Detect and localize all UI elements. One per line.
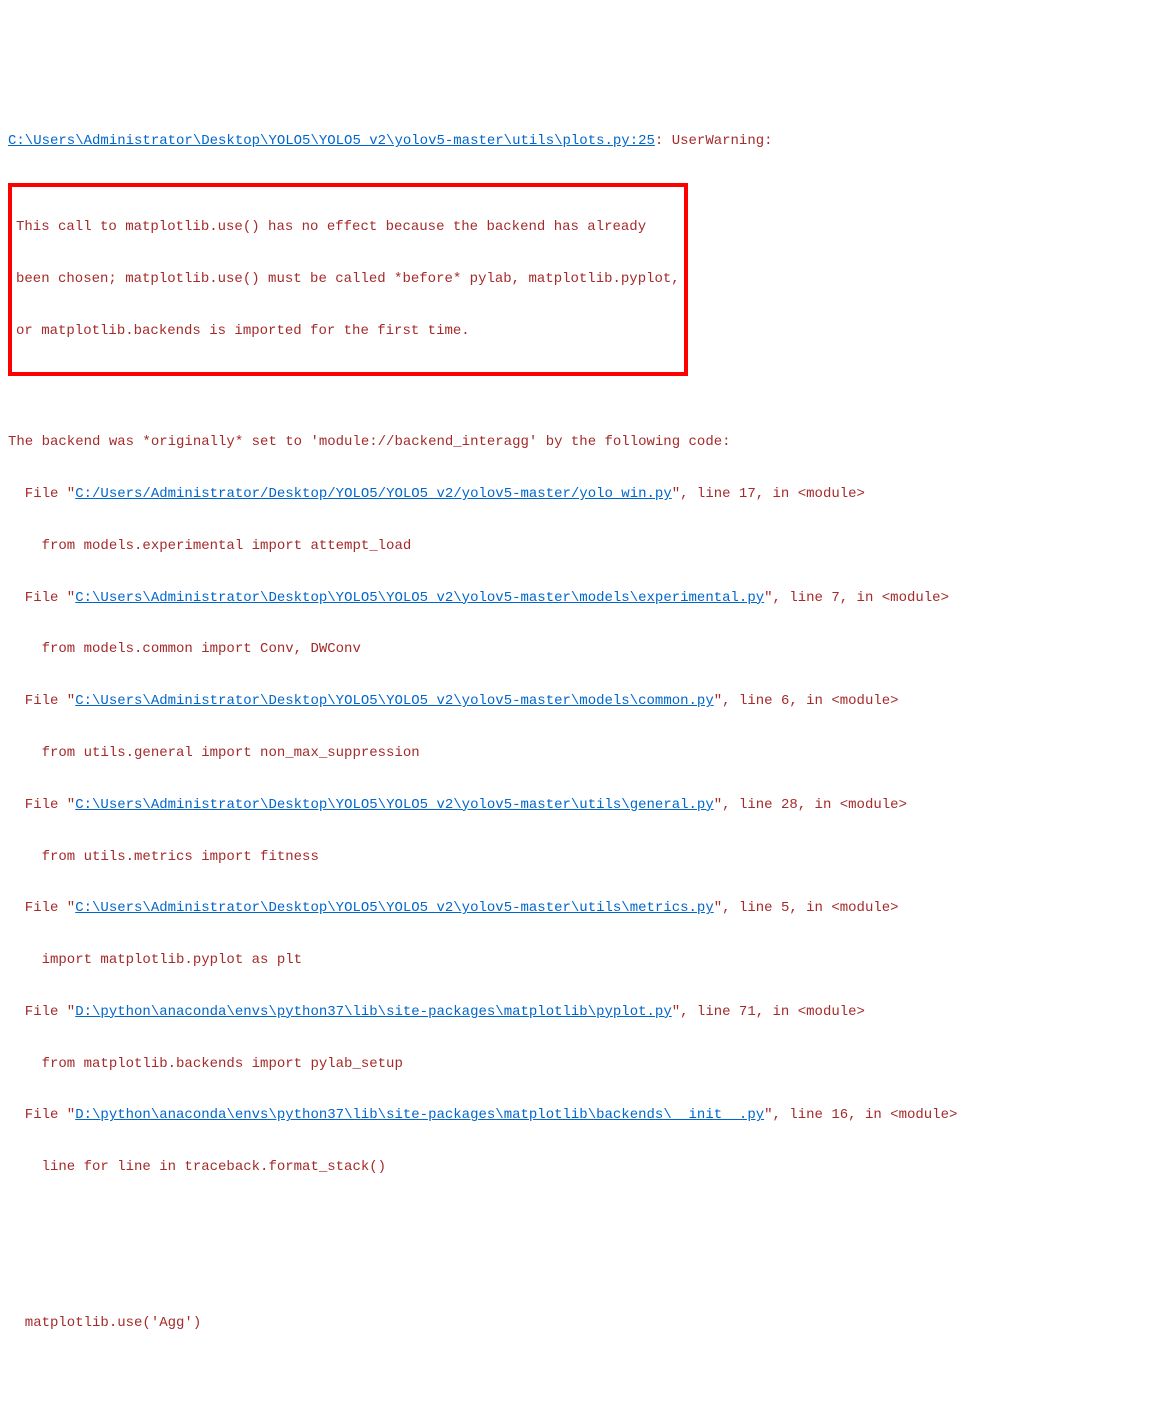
trace-prefix: File " [8,797,75,813]
trace-code: line for line in traceback.format_stack(… [8,1155,1150,1181]
file-path-link[interactable]: C:\Users\Administrator\Desktop\YOLO5\YOL… [75,590,764,606]
file-path-link[interactable]: C:/Users/Administrator/Desktop/YOLO5/YOL… [75,486,672,502]
backend-message: The backend was *originally* set to 'mod… [8,430,1150,456]
file-path-link[interactable]: C:\Users\Administrator\Desktop\YOLO5\YOL… [75,797,714,813]
trace-prefix: File " [8,693,75,709]
trace-code: from models.experimental import attempt_… [8,534,1150,560]
warning-text: This call to matplotlib.use() has no eff… [16,215,680,241]
file-path-link[interactable]: C:\Users\Administrator\Desktop\YOLO5\YOL… [8,133,655,149]
file-path-link[interactable]: C:\Users\Administrator\Desktop\YOLO5\YOL… [75,693,714,709]
trace-code: from utils.metrics import fitness [8,845,1150,871]
trace-code: from models.common import Conv, DWConv [8,637,1150,663]
trace-prefix: File " [8,1107,75,1123]
file-path-link[interactable]: D:\python\anaconda\envs\python37\lib\sit… [75,1004,672,1020]
trace-suffix: ", line 5, in <module> [714,900,899,916]
trace-suffix: ", line 71, in <module> [672,1004,865,1020]
file-path-link[interactable]: C:\Users\Administrator\Desktop\YOLO5\YOL… [75,900,714,916]
trace-suffix: ", line 16, in <module> [764,1107,957,1123]
trace-suffix: ", line 28, in <module> [714,797,907,813]
trace-prefix: File " [8,1004,75,1020]
trace-suffix: ", line 6, in <module> [714,693,899,709]
warning-label: : UserWarning: [655,133,773,149]
trace-code: import matplotlib.pyplot as plt [8,948,1150,974]
trace-code: from matplotlib.backends import pylab_se… [8,1052,1150,1078]
file-path-link[interactable]: D:\python\anaconda\envs\python37\lib\sit… [75,1107,764,1123]
warning-text: or matplotlib.backends is imported for t… [16,319,680,345]
trace-prefix: File " [8,486,75,502]
trace-suffix: ", line 7, in <module> [764,590,949,606]
agg-line: matplotlib.use('Agg') [8,1311,1150,1337]
warning-text: been chosen; matplotlib.use() must be ca… [16,267,680,293]
console-output: C:\Users\Administrator\Desktop\YOLO5\YOL… [8,104,1150,1402]
highlighted-warning: This call to matplotlib.use() has no eff… [8,183,688,376]
trace-suffix: ", line 17, in <module> [672,486,865,502]
trace-prefix: File " [8,900,75,916]
trace-prefix: File " [8,590,75,606]
trace-code: from utils.general import non_max_suppre… [8,741,1150,767]
